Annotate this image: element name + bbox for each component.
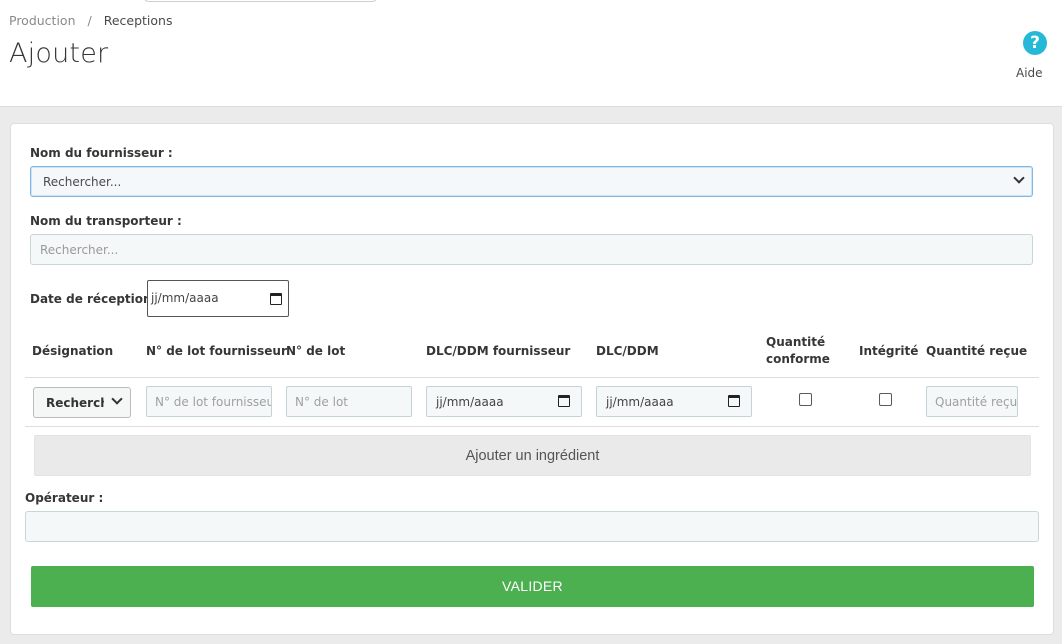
page-title: Ajouter — [9, 38, 109, 69]
add-ingredient-button[interactable]: Ajouter un ingrédient — [34, 435, 1031, 476]
designation-select[interactable]: Rechercher... — [33, 387, 131, 418]
operator-input[interactable] — [25, 511, 1039, 542]
carrier-label: Nom du transporteur : — [30, 214, 182, 228]
col-quantity-ok-line2: conforme — [766, 352, 830, 366]
col-dlc-supplier: DLC/DDM fournisseur — [426, 344, 571, 358]
lot-input[interactable]: N° de lot — [286, 386, 412, 417]
supplier-label: Nom du fournisseur : — [30, 146, 173, 160]
chevron-down-icon — [111, 393, 123, 405]
supplier-lot-input[interactable]: N° de lot fournisseur — [146, 386, 272, 417]
dlc-date-input[interactable]: jj/mm/aaaa — [596, 386, 752, 417]
reception-form-panel: Nom du fournisseur : Rechercher... Nom d… — [10, 123, 1054, 635]
reception-date-value: jj/mm/aaaa — [151, 291, 219, 305]
reception-date-label: Date de réception : — [30, 292, 161, 306]
supplier-select-value: Rechercher... — [43, 175, 122, 189]
dlc-supplier-date-input[interactable]: jj/mm/aaaa — [426, 386, 582, 417]
col-integrity: Intégrité — [859, 344, 919, 358]
table-header-divider — [25, 377, 1039, 378]
breadcrumb-separator: / — [87, 13, 92, 28]
carrier-placeholder: Rechercher... — [40, 243, 119, 257]
col-lot: N° de lot — [286, 344, 346, 358]
integrity-checkbox[interactable] — [879, 393, 892, 406]
operator-label: Opérateur : — [25, 491, 104, 505]
table-row-divider — [25, 426, 1039, 427]
help-label[interactable]: Aide — [1016, 66, 1043, 80]
breadcrumb-parent[interactable]: Production — [9, 13, 76, 28]
breadcrumb: Production / Receptions — [9, 13, 172, 28]
top-search-bar[interactable] — [143, 0, 378, 2]
calendar-icon[interactable] — [728, 395, 740, 407]
supplier-lot-placeholder: N° de lot fournisseur — [155, 395, 272, 409]
col-designation: Désignation — [32, 344, 114, 358]
col-quantity-ok-line1: Quantité — [766, 335, 826, 349]
supplier-select[interactable]: Rechercher... — [30, 166, 1033, 197]
quantity-received-input[interactable]: Quantité reçue — [926, 386, 1018, 417]
breadcrumb-current: Receptions — [103, 13, 173, 28]
dlc-value: jj/mm/aaaa — [606, 395, 674, 409]
col-quantity-received: Quantité reçue — [926, 344, 1028, 358]
calendar-icon[interactable] — [558, 395, 570, 407]
designation-select-value: Rechercher... — [46, 396, 104, 410]
col-dlc: DLC/DDM — [596, 344, 659, 358]
reception-date-input[interactable]: jj/mm/aaaa — [147, 280, 289, 317]
dlc-supplier-value: jj/mm/aaaa — [436, 395, 504, 409]
chevron-down-icon — [1013, 172, 1025, 184]
help-button[interactable]: ? Aide — [1016, 31, 1048, 80]
page-header: Production / Receptions Ajouter ? Aide — [0, 0, 1062, 107]
quantity-received-placeholder: Quantité reçue — [935, 395, 1018, 409]
help-circle-icon[interactable]: ? — [1023, 31, 1047, 55]
carrier-search-input[interactable]: Rechercher... — [30, 234, 1033, 265]
calendar-icon[interactable] — [270, 293, 282, 305]
col-supplier-lot: N° de lot fournisseur — [146, 344, 287, 358]
lot-placeholder: N° de lot — [295, 395, 348, 409]
col-quantity-ok: Quantité conforme — [766, 334, 830, 368]
submit-button[interactable]: VALIDER — [31, 566, 1034, 607]
quantity-ok-checkbox[interactable] — [799, 393, 812, 406]
